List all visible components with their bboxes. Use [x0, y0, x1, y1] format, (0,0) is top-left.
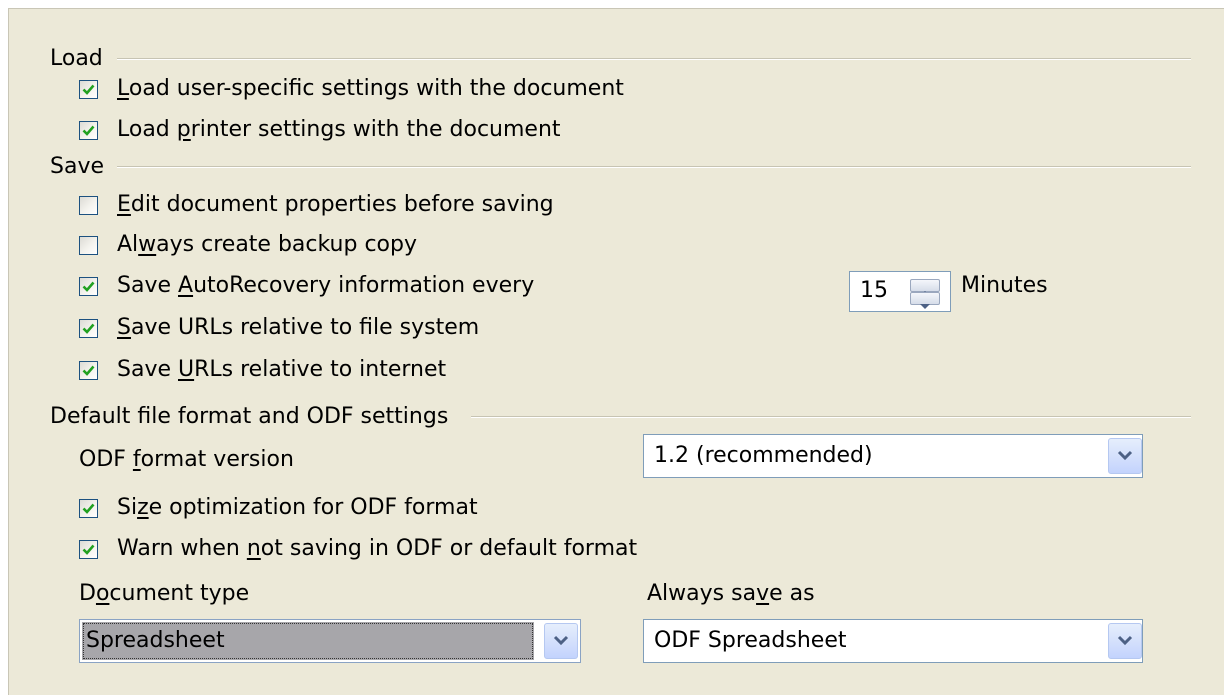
- load-user-settings-label[interactable]: Load user-specific settings with the doc…: [117, 75, 624, 103]
- checkmark-icon: [82, 365, 95, 376]
- urls-filesystem-checkbox[interactable]: [79, 319, 98, 338]
- checkmark-icon: [82, 281, 95, 292]
- load-section-title: Load: [50, 46, 103, 71]
- save-separator: [117, 166, 1191, 168]
- odf-version-label: ODF format version: [79, 447, 294, 472]
- odf-section-title: Default file format and ODF settings: [50, 404, 449, 429]
- document-type-dropdown-button[interactable]: [544, 623, 578, 659]
- size-optimization-label[interactable]: Size optimization for ODF format: [117, 494, 478, 522]
- always-save-as-label: Always save as: [647, 581, 815, 606]
- odf-separator: [471, 416, 1191, 418]
- autorecovery-minutes-spinfield[interactable]: 15: [849, 271, 951, 312]
- autorecovery-checkbox[interactable]: [79, 277, 98, 296]
- chevron-down-icon: [553, 635, 569, 646]
- edit-properties-checkbox[interactable]: [79, 196, 98, 215]
- load-user-settings-checkbox[interactable]: [79, 80, 98, 99]
- checkmark-icon: [82, 125, 95, 136]
- spin-up-button[interactable]: [910, 279, 940, 296]
- warn-not-odf-label[interactable]: Warn when not saving in ODF or default f…: [117, 535, 637, 563]
- document-type-dropdown[interactable]: Spreadsheet: [79, 619, 581, 663]
- size-optimization-checkbox[interactable]: [79, 499, 98, 518]
- odf-version-value: 1.2 (recommended): [654, 443, 873, 468]
- arrow-down-icon: [920, 304, 930, 309]
- checkmark-icon: [82, 544, 95, 555]
- warn-not-odf-checkbox[interactable]: [79, 540, 98, 559]
- load-separator: [117, 58, 1191, 60]
- checkmark-icon: [82, 503, 95, 514]
- document-type-label: Document type: [79, 581, 250, 606]
- autorecovery-minutes-value: 15: [860, 278, 888, 303]
- odf-version-dropdown[interactable]: 1.2 (recommended): [643, 434, 1143, 478]
- spin-down-button[interactable]: [910, 292, 940, 309]
- backup-copy-label[interactable]: Always create backup copy: [117, 231, 417, 259]
- save-section-title: Save: [50, 154, 105, 179]
- checkmark-icon: [82, 84, 95, 95]
- load-printer-settings-label[interactable]: Load printer settings with the document: [117, 116, 561, 144]
- document-type-value: Spreadsheet: [86, 628, 225, 653]
- minutes-label: Minutes: [961, 273, 1048, 298]
- always-save-as-dropdown[interactable]: ODF Spreadsheet: [643, 619, 1143, 663]
- chevron-down-icon: [1117, 450, 1133, 461]
- checkmark-icon: [82, 323, 95, 334]
- chevron-down-icon: [1117, 635, 1133, 646]
- urls-internet-checkbox[interactable]: [79, 361, 98, 380]
- urls-filesystem-label[interactable]: Save URLs relative to file system: [117, 314, 479, 342]
- autorecovery-label[interactable]: Save AutoRecovery information every: [117, 272, 534, 300]
- edit-properties-label[interactable]: Edit document properties before saving: [117, 191, 554, 219]
- load-printer-settings-checkbox[interactable]: [79, 121, 98, 140]
- urls-internet-label[interactable]: Save URLs relative to internet: [117, 356, 446, 384]
- always-save-as-value: ODF Spreadsheet: [654, 628, 847, 653]
- odf-version-dropdown-button[interactable]: [1108, 438, 1142, 474]
- backup-copy-checkbox[interactable]: [79, 236, 98, 255]
- options-panel: Load Load user-specific settings with th…: [8, 8, 1224, 695]
- always-save-as-dropdown-button[interactable]: [1108, 623, 1142, 659]
